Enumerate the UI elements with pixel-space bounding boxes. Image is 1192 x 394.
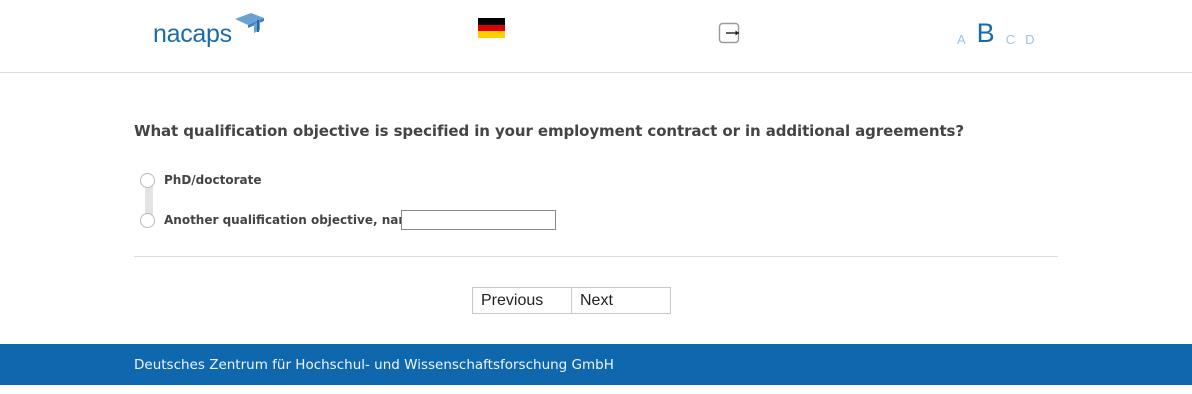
option-other-label[interactable]: Another qualification objective, namely: — [164, 213, 436, 227]
divider — [134, 256, 1058, 257]
logo-text: nacaps — [153, 20, 232, 48]
option-phd-label[interactable]: PhD/doctorate — [164, 173, 262, 187]
graduation-cap-icon — [235, 13, 264, 33]
german-flag-icon[interactable] — [478, 18, 505, 39]
page-footer: Deutsches Zentrum für Hochschul- und Wis… — [0, 344, 1192, 385]
footer-text: Deutsches Zentrum für Hochschul- und Wis… — [134, 357, 614, 373]
other-objective-input[interactable] — [401, 210, 556, 230]
font-size-c[interactable]: C — [1001, 32, 1020, 48]
radio-phd[interactable] — [140, 172, 155, 188]
font-size-b[interactable]: B — [971, 18, 1001, 48]
font-size-a[interactable]: A — [952, 32, 971, 48]
question-text: What qualification objective is specifie… — [134, 122, 964, 140]
previous-button[interactable]: Previous — [473, 288, 571, 313]
font-size-selector: A B C D — [952, 14, 1039, 48]
font-size-d[interactable]: D — [1020, 32, 1039, 48]
logout-icon[interactable] — [718, 22, 742, 44]
next-button[interactable]: Next — [571, 288, 670, 313]
radio-other[interactable] — [140, 212, 155, 228]
option-other[interactable]: Another qualification objective, namely: — [140, 211, 436, 229]
page-header: nacaps A B C D — [0, 0, 1192, 73]
option-phd[interactable]: PhD/doctorate — [140, 171, 262, 189]
navigation-buttons: Previous Next — [472, 287, 671, 314]
